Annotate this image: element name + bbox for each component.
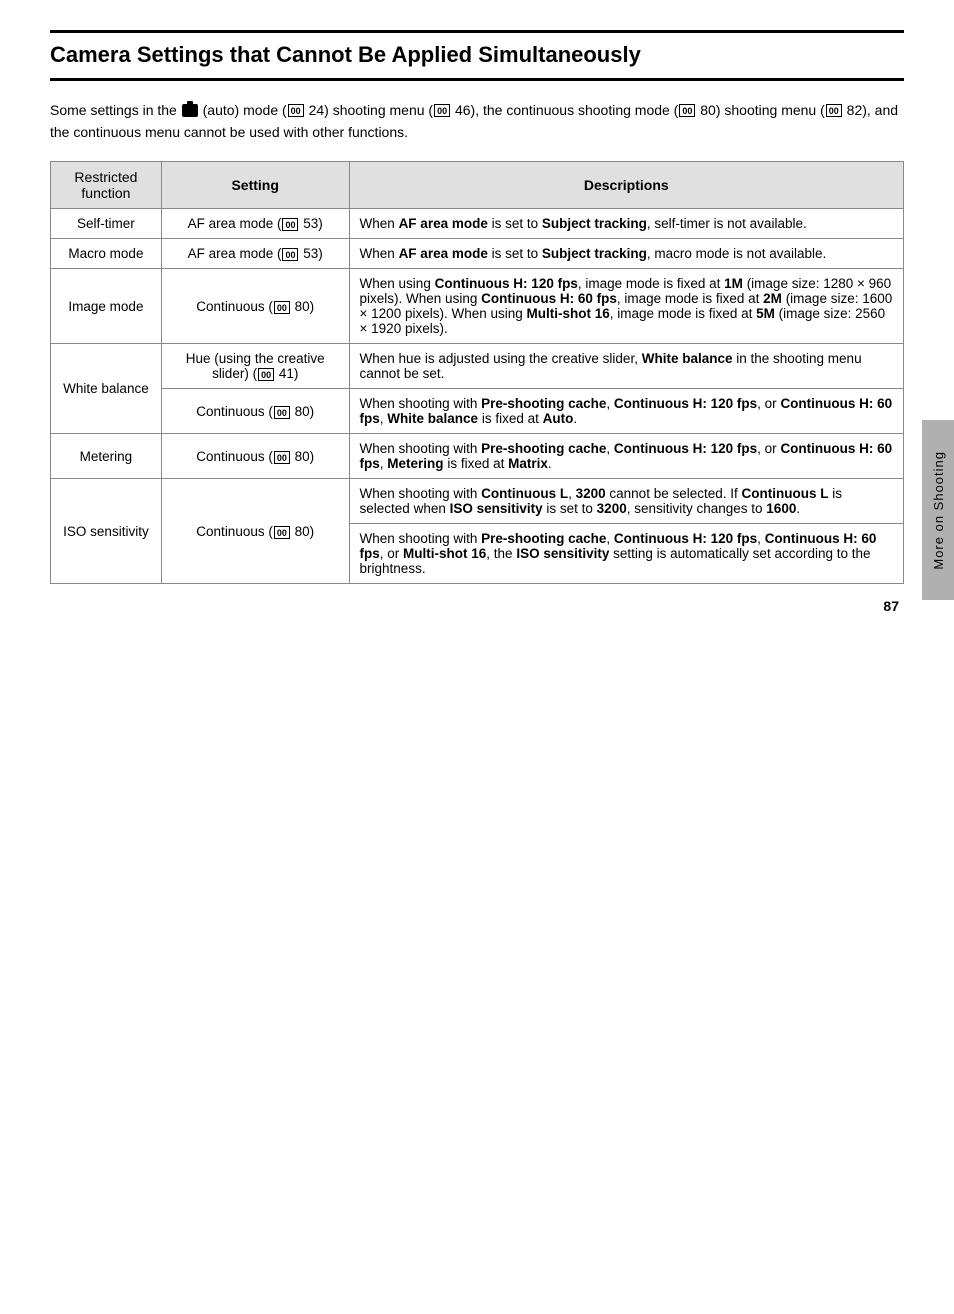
book-icon: 00 [274,451,290,464]
book-icon: 00 [258,368,274,381]
page-title: Camera Settings that Cannot Be Applied S… [50,30,904,81]
restricted-image-mode: Image mode [51,269,162,344]
desc-iso-2: When shooting with Pre-shooting cache, C… [349,524,903,584]
setting-image-mode: Continuous (00 80) [161,269,349,344]
intro-paragraph: Some settings in the (auto) mode (00 24)… [50,99,904,144]
header-restricted: Restrictedfunction [51,162,162,209]
table-row: Self-timer AF area mode (00 53) When AF … [51,209,904,239]
setting-iso: Continuous (00 80) [161,479,349,584]
desc-white-balance-2: When shooting with Pre-shooting cache, C… [349,389,903,434]
table-row: ISO sensitivity Continuous (00 80) When … [51,479,904,524]
book-icon: 00 [282,248,298,261]
table-row: White balance Hue (using the creative sl… [51,344,904,389]
side-tab-label: More on Shooting [931,451,946,570]
book-icon: 00 [274,301,290,314]
restricted-macro: Macro mode [51,239,162,269]
setting-macro: AF area mode (00 53) [161,239,349,269]
setting-white-balance-2: Continuous (00 80) [161,389,349,434]
header-descriptions: Descriptions [349,162,903,209]
table-row: Metering Continuous (00 80) When shootin… [51,434,904,479]
desc-iso-1: When shooting with Continuous L, 3200 ca… [349,479,903,524]
table-row: Image mode Continuous (00 80) When using… [51,269,904,344]
desc-white-balance-1: When hue is adjusted using the creative … [349,344,903,389]
book-icon-2: 00 [434,104,450,117]
table-row: Continuous (00 80) When shooting with Pr… [51,389,904,434]
book-icon: 00 [274,406,290,419]
page-number: 87 [883,598,899,614]
setting-metering: Continuous (00 80) [161,434,349,479]
restricted-iso: ISO sensitivity [51,479,162,584]
desc-macro: When AF area mode is set to Subject trac… [349,239,903,269]
book-icon-4: 00 [826,104,842,117]
book-icon-3: 00 [679,104,695,117]
settings-table: Restrictedfunction Setting Descriptions … [50,161,904,584]
side-tab: More on Shooting [922,420,954,600]
desc-metering: When shooting with Pre-shooting cache, C… [349,434,903,479]
header-setting: Setting [161,162,349,209]
book-icon: 00 [274,526,290,539]
table-row: Macro mode AF area mode (00 53) When AF … [51,239,904,269]
book-icon: 00 [282,218,298,231]
setting-self-timer: AF area mode (00 53) [161,209,349,239]
restricted-white-balance: White balance [51,344,162,434]
desc-image-mode: When using Continuous H: 120 fps, image … [349,269,903,344]
restricted-metering: Metering [51,434,162,479]
restricted-self-timer: Self-timer [51,209,162,239]
book-icon-1: 00 [288,104,304,117]
desc-self-timer: When AF area mode is set to Subject trac… [349,209,903,239]
page: Camera Settings that Cannot Be Applied S… [0,0,954,644]
camera-icon [182,104,198,117]
setting-white-balance-1: Hue (using the creative slider) (00 41) [161,344,349,389]
